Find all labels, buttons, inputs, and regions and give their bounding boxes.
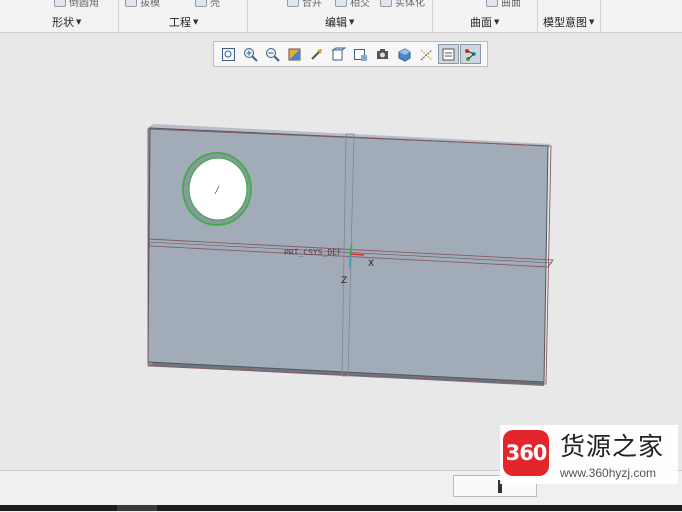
saved-views-icon [331,47,346,60]
zoom-in-icon [244,47,258,62]
spin-center-button[interactable] [460,44,481,64]
datum-display-button[interactable] [416,44,437,64]
datum-display-icon [420,49,433,60]
watermark-url: www.360hyzj.com [560,466,657,480]
x-axis-label: X [368,259,374,269]
zoom-out-icon [266,47,280,62]
watermark-logo: 360 [503,430,549,476]
display-style-icon [398,47,411,62]
repaint-button[interactable] [284,44,305,64]
hole-opening [188,157,248,221]
taskbar-item[interactable] [117,505,157,511]
zoom-in-button[interactable] [240,44,261,64]
perspective-button[interactable] [372,44,393,64]
zoom-out-button[interactable] [262,44,283,64]
watermark-title: 货源之家 [560,432,665,461]
view-manager-button[interactable] [350,44,371,64]
spin-center-icon [465,48,476,61]
view-manager-icon [354,48,367,61]
watermark: 360 货源之家 www.360hyzj.com [500,425,678,484]
annotation-display-button[interactable] [438,44,459,64]
model-viewport[interactable]: PRT_CSYS_DEF X Z [0,0,682,470]
view-toolbar [213,41,488,67]
refit-button[interactable] [218,44,239,64]
refit-icon [222,47,235,61]
repaint-icon [288,48,301,60]
display-style-button[interactable] [394,44,415,64]
saved-views-button[interactable] [328,44,349,64]
reorient-button[interactable] [306,44,327,64]
z-axis-label: Z [341,276,347,286]
annotation-display-icon [442,48,455,60]
csys-label: PRT_CSYS_DEF [284,248,342,257]
csys-x-axis [349,253,365,256]
taskbar [0,505,682,511]
reorient-icon [311,48,322,60]
perspective-icon [377,48,388,59]
